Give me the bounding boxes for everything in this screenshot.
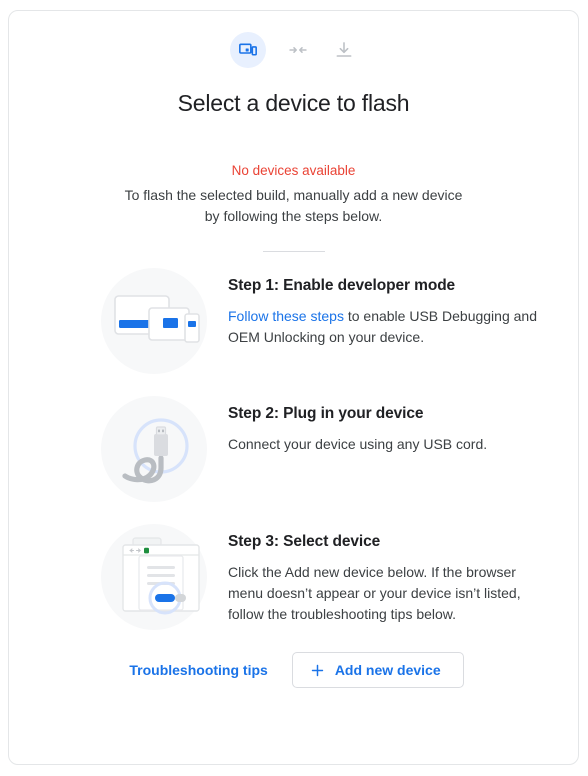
- step-content: Step 1: Enable developer mode Follow the…: [211, 268, 550, 348]
- step-content: Step 2: Plug in your device Connect your…: [211, 396, 550, 455]
- step-title: Step 1: Enable developer mode: [228, 277, 456, 294]
- browser-dialog-illustration: [101, 524, 211, 630]
- download-icon[interactable]: [330, 36, 358, 64]
- step-item: Step 3: Select device Click the Add new …: [9, 524, 578, 630]
- add-new-device-label: Add new device: [334, 662, 441, 678]
- plus-icon: [309, 662, 326, 679]
- step-title: Step 2: Plug in your device: [228, 405, 424, 422]
- status-description: To flash the selected build, manually ad…: [124, 187, 463, 224]
- device-flash-card: Select a device to flash No devices avai…: [8, 10, 579, 765]
- steps-list: Step 1: Enable developer mode Follow the…: [9, 268, 578, 630]
- step-title: Step 3: Select device: [228, 533, 381, 550]
- add-new-device-button[interactable]: Add new device: [291, 652, 464, 688]
- devices-illustration: [101, 268, 211, 374]
- card-footer: Troubleshooting tips Add new device: [9, 652, 578, 688]
- section-divider: [262, 251, 325, 252]
- usb-cable-illustration: [101, 396, 211, 502]
- compress-arrows-icon[interactable]: [284, 36, 312, 64]
- step-item: Step 1: Enable developer mode Follow the…: [9, 268, 578, 374]
- step-description: Connect your device using any USB cord.: [228, 436, 488, 452]
- follow-these-steps-link[interactable]: Follow these steps: [228, 308, 344, 324]
- header-icon-row: [9, 32, 578, 68]
- status-error-message: No devices available: [231, 163, 356, 178]
- step-item: Step 2: Plug in your device Connect your…: [9, 396, 578, 502]
- troubleshooting-tips-link[interactable]: Troubleshooting tips: [123, 654, 273, 686]
- step-description: Click the Add new device below. If the b…: [228, 564, 521, 622]
- devices-icon[interactable]: [229, 32, 266, 68]
- step-description: Follow these steps to enable USB Debuggi…: [228, 306, 550, 348]
- page-title: Select a device to flash: [177, 90, 410, 116]
- step-content: Step 3: Select device Click the Add new …: [211, 524, 550, 625]
